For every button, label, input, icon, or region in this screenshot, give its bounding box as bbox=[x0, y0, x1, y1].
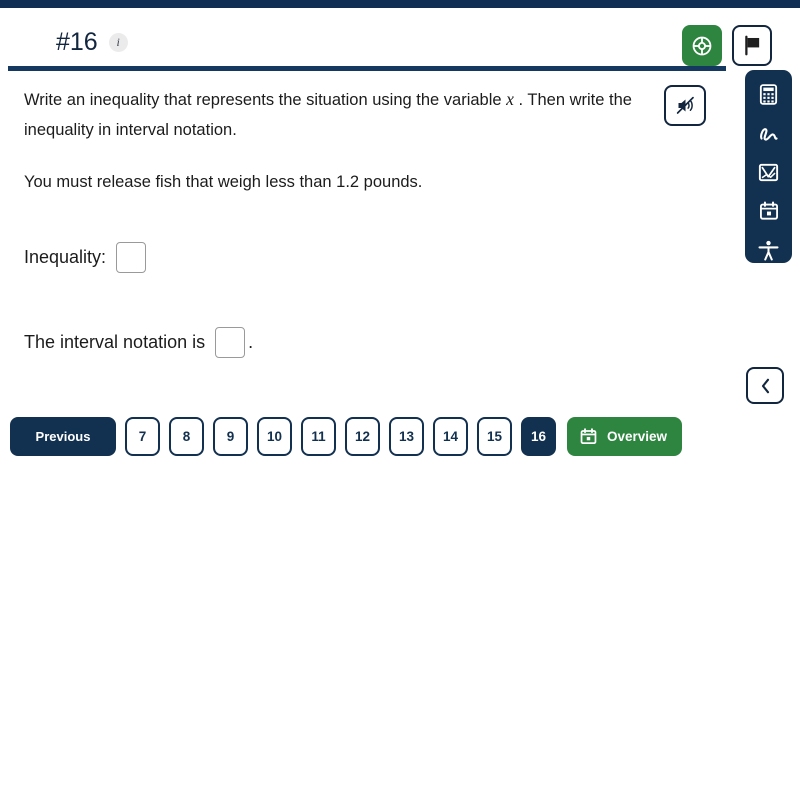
previous-button[interactable]: Previous bbox=[10, 417, 116, 456]
question-situation: You must release fish that weigh less th… bbox=[24, 173, 423, 191]
overview-button[interactable]: Overview bbox=[567, 417, 683, 456]
page-button-16[interactable]: 16 bbox=[521, 417, 556, 456]
question-prompt: Write an inequality that represents the … bbox=[24, 84, 644, 145]
page-number-list: 7 8 9 10 11 12 13 14 15 16 bbox=[125, 417, 556, 456]
calculator-tool-button[interactable] bbox=[756, 82, 782, 108]
inequality-input[interactable] bbox=[116, 242, 147, 273]
flag-button[interactable] bbox=[732, 25, 772, 66]
header-divider bbox=[8, 66, 726, 71]
help-icon bbox=[692, 36, 712, 55]
question-variable: x bbox=[506, 89, 514, 109]
answer-row-inequality: Inequality: bbox=[24, 242, 147, 273]
page-button-14[interactable]: 14 bbox=[433, 417, 468, 456]
question-header: #16 i bbox=[0, 8, 800, 66]
interval-notation-label: The interval notation is bbox=[24, 332, 206, 352]
page-title: #16 bbox=[56, 28, 98, 56]
read-aloud-button[interactable] bbox=[664, 85, 706, 126]
page-button-15[interactable]: 15 bbox=[477, 417, 512, 456]
accessibility-tool-button[interactable] bbox=[756, 237, 782, 263]
page-button-11[interactable]: 11 bbox=[301, 417, 336, 456]
flag-icon bbox=[744, 35, 759, 56]
help-button[interactable] bbox=[682, 25, 722, 66]
question-body: Write an inequality that represents the … bbox=[24, 84, 644, 197]
calculator-icon bbox=[759, 84, 778, 106]
info-icon[interactable]: i bbox=[108, 33, 128, 52]
interval-notation-input[interactable] bbox=[215, 327, 246, 358]
notepad-tool-button[interactable] bbox=[756, 198, 782, 224]
graph-icon bbox=[758, 163, 779, 182]
page-button-9[interactable]: 9 bbox=[213, 417, 248, 456]
calendar-icon bbox=[580, 428, 597, 445]
scribble-icon bbox=[759, 127, 778, 141]
speaker-muted-icon bbox=[676, 96, 694, 114]
page-button-12[interactable]: 12 bbox=[345, 417, 380, 456]
pagination: Previous 7 8 9 10 11 12 13 14 15 16 Overview bbox=[10, 417, 683, 456]
answer-row-interval: The interval notation is . bbox=[24, 327, 253, 358]
chevron-left-icon bbox=[761, 378, 769, 393]
interval-notation-period: . bbox=[248, 332, 254, 352]
header-actions bbox=[682, 25, 772, 66]
graph-tool-button[interactable] bbox=[756, 160, 782, 186]
question-prompt-part-1: Write an inequality that represents the … bbox=[24, 91, 502, 109]
scratch-work-tool-button[interactable] bbox=[756, 121, 782, 147]
top-accent-bar bbox=[0, 0, 800, 8]
question-title-group: #16 i bbox=[56, 30, 128, 55]
accessibility-icon bbox=[758, 240, 779, 261]
calendar-icon bbox=[759, 201, 778, 220]
page-button-8[interactable]: 8 bbox=[169, 417, 204, 456]
page-button-10[interactable]: 10 bbox=[257, 417, 292, 456]
tool-dock bbox=[745, 70, 792, 263]
inequality-label: Inequality: bbox=[24, 247, 107, 267]
overview-label: Overview bbox=[607, 429, 668, 444]
page-button-7[interactable]: 7 bbox=[125, 417, 160, 456]
page-button-13[interactable]: 13 bbox=[389, 417, 424, 456]
collapse-panel-button[interactable] bbox=[746, 367, 784, 404]
